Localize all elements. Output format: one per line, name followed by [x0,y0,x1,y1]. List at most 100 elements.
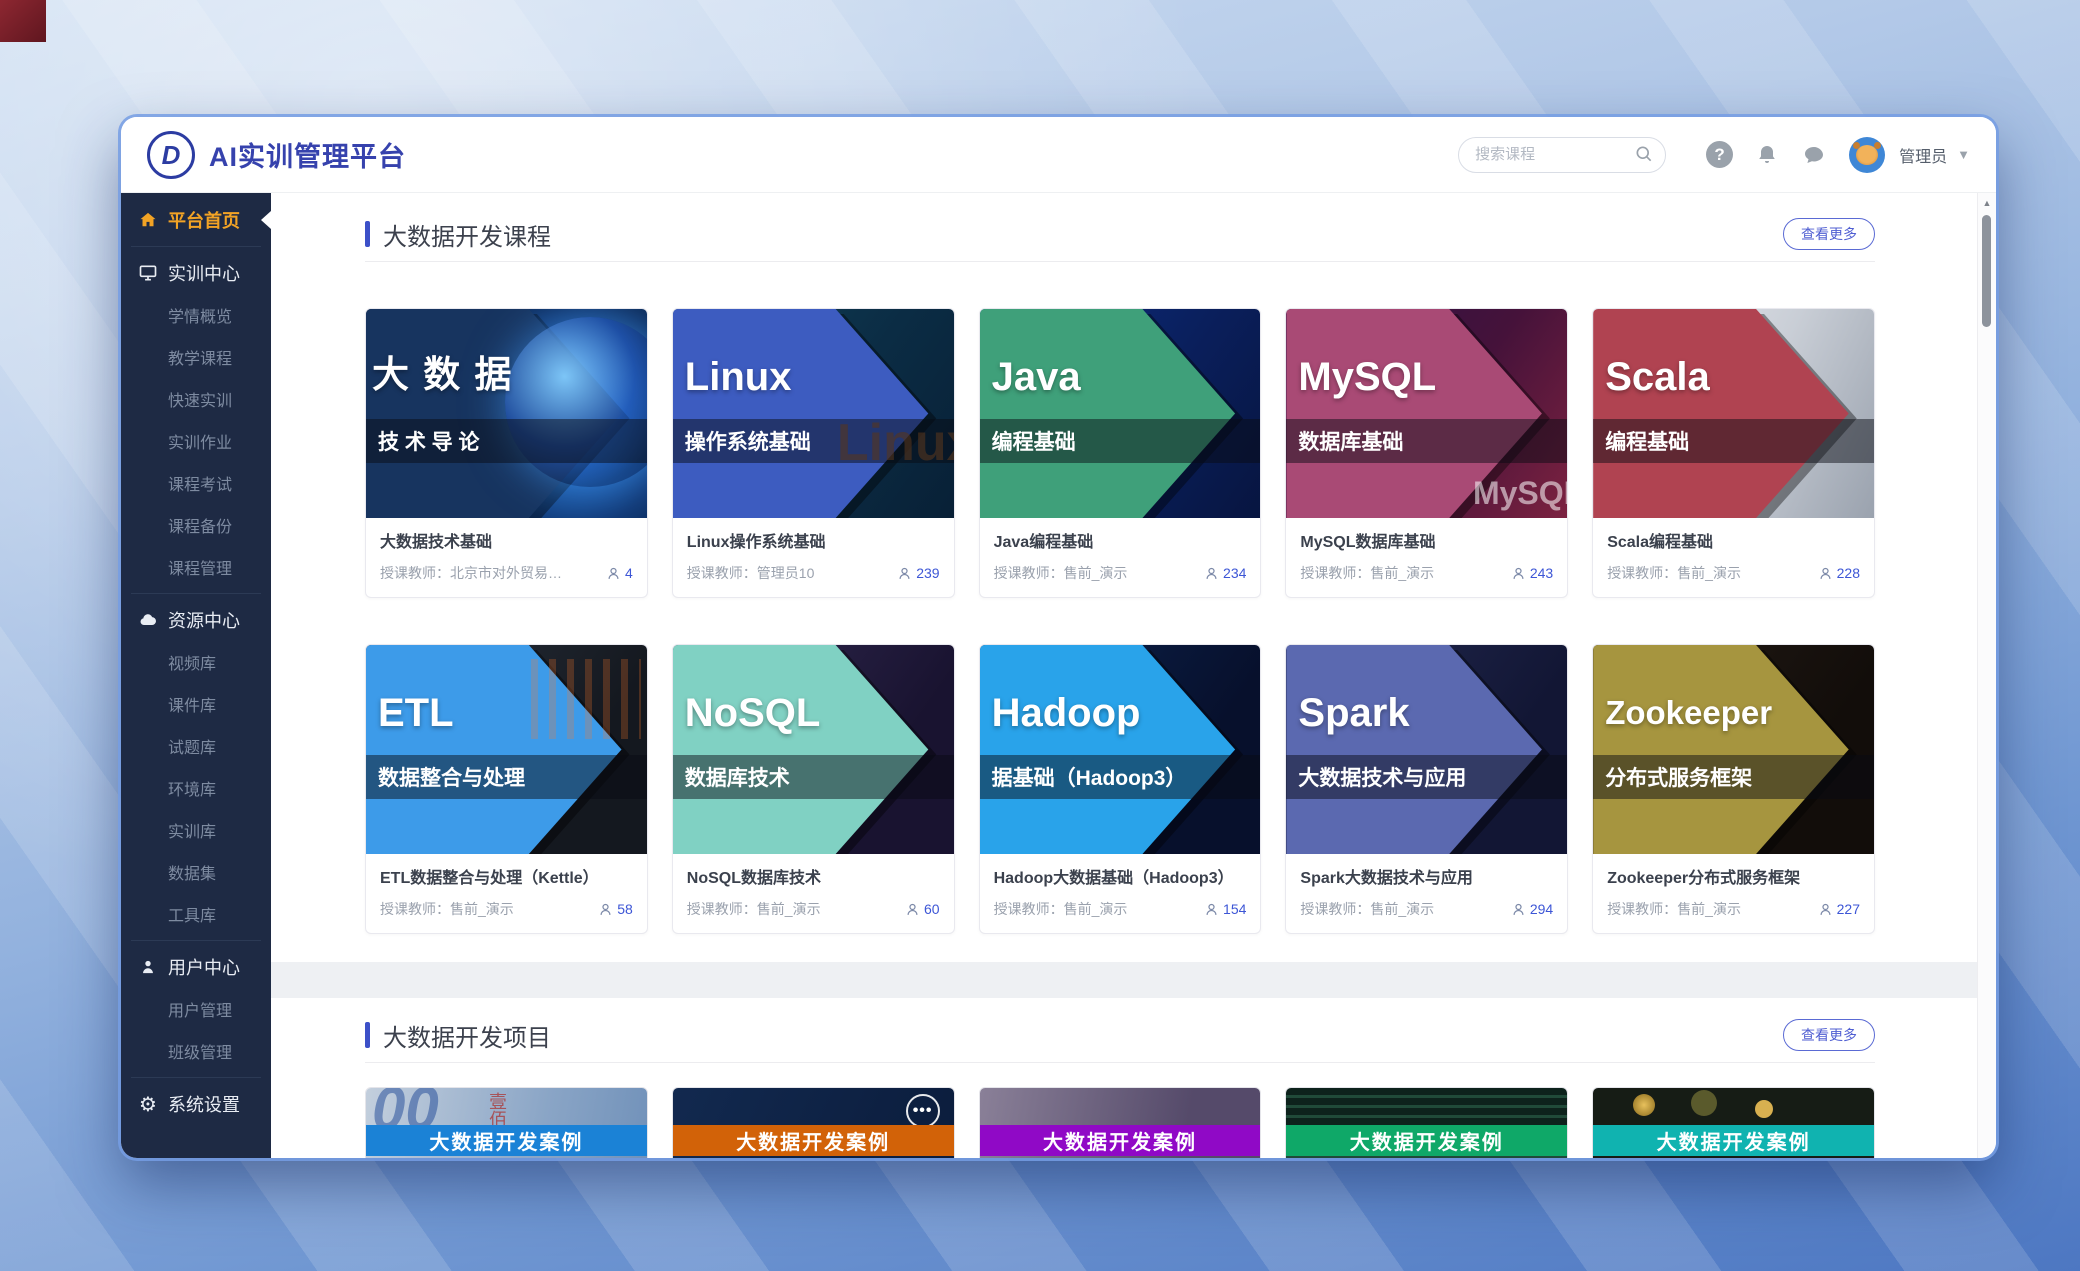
course-teacher: 授课教师：管理员10 [687,563,815,583]
course-card[interactable]: Zookeeper分布式服务框架Zookeeper分布式服务框架授课教师：售前_… [1592,644,1875,934]
gear-icon: ⚙ [137,1094,159,1114]
messages-chat-icon[interactable] [1801,143,1827,167]
sidebar-section-cloud[interactable]: 资源中心 [121,599,271,641]
help-icon[interactable]: ? [1706,141,1733,168]
desktop-wallpaper: D AI实训管理平台 ? 管理员 ▼ [0,0,2080,1271]
user-name[interactable]: 管理员 [1899,143,1947,167]
sidebar-item[interactable]: 实训作业 [121,420,271,462]
course-card[interactable]: Java编程基础Java编程基础授课教师：售前_演示234 [979,308,1262,598]
project-card-image: 大数据开发案例 [1593,1088,1874,1158]
project-card[interactable]: 大数据开发案例 [979,1087,1262,1158]
course-card[interactable]: Hadoop据基础（Hadoop3）Hadoop大数据基础（Hadoop3）授课… [979,644,1262,934]
project-banner: 大数据开发案例 [980,1125,1261,1156]
sidebar-item[interactable]: 环境库 [121,767,271,809]
search-icon[interactable] [1634,144,1654,169]
project-card[interactable]: 大数据开发案例 [1592,1087,1875,1158]
course-image-band: 编程基础 [1593,419,1874,463]
user-menu-caret-icon[interactable]: ▼ [1957,147,1970,162]
sidebar-item[interactable]: 班级管理 [121,1030,271,1072]
course-image-subtitle: 编程基础 [1605,426,1689,456]
course-image-title: Linux [685,355,792,399]
student-count: 154 [1204,901,1246,917]
sidebar-item[interactable]: 用户管理 [121,988,271,1030]
scrollbar-up-arrow-icon[interactable]: ▲ [1978,193,1996,208]
sidebar-item[interactable]: 试题库 [121,725,271,767]
course-image-band: 数据库基础 [1286,419,1567,463]
project-card[interactable]: 大数据开发案例 [1285,1087,1568,1158]
course-meta: 授课教师：售前_演示294 [1300,899,1553,919]
sidebar-item[interactable]: 快速实训 [121,378,271,420]
course-image-title: Scala [1605,355,1710,399]
sidebar-section-label: 实训中心 [168,260,240,286]
view-more-button[interactable]: 查看更多 [1783,218,1875,250]
section-gap [271,962,1977,998]
sidebar-item-label: 课程管理 [168,555,232,579]
notifications-bell-icon[interactable] [1755,143,1779,167]
view-more-button[interactable]: 查看更多 [1783,1019,1875,1051]
arrow-shape [1593,645,1874,854]
scrollbar[interactable]: ▲ [1977,193,1996,1158]
course-title: Hadoop大数据基础（Hadoop3） [994,864,1247,888]
student-count: 243 [1511,565,1553,581]
course-card-info: 大数据技术基础授课教师：北京市对外贸易学校教...4 [366,518,647,597]
course-meta: 授课教师：北京市对外贸易学校教...4 [380,563,633,583]
course-teacher: 授课教师：售前_演示 [1607,563,1741,583]
project-banner: 大数据开发案例 [1593,1125,1874,1156]
course-card[interactable]: ETL数据整合与处理ETL数据整合与处理（Kettle）授课教师：售前_演示58 [365,644,648,934]
sidebar-item[interactable]: 数据集 [121,851,271,893]
sidebar-item-label: 平台首页 [168,207,240,233]
sidebar-item[interactable]: 学情概览 [121,294,271,336]
cloud-icon [137,610,159,630]
course-image-subtitle: 大数据技术与应用 [1298,762,1466,792]
course-teacher: 授课教师：售前_演示 [380,899,514,919]
sidebar-item[interactable]: 课件库 [121,683,271,725]
sidebar-item[interactable]: 课程考试 [121,462,271,504]
sidebar-section-monitor[interactable]: 实训中心 [121,252,271,294]
sidebar-item[interactable]: 实训库 [121,809,271,851]
app-title: AI实训管理平台 [209,135,406,174]
course-image-band: 数据整合与处理 [366,755,647,799]
course-image-title: ETL [378,691,454,735]
sidebar-item-label: 实训库 [168,818,216,842]
course-title: Spark大数据技术与应用 [1300,864,1553,888]
ghost-text: MySQL [1473,475,1567,512]
course-teacher: 授课教师：售前_演示 [687,899,821,919]
sidebar: 平台首页 实训中心学情概览教学课程快速实训实训作业课程考试课程备份课程管理资源中… [121,193,271,1158]
user-avatar[interactable] [1849,137,1885,173]
sidebar-item-label: 课程考试 [168,471,232,495]
sidebar-item-label: 快速实训 [168,387,232,411]
course-title: Zookeeper分布式服务框架 [1607,864,1860,888]
course-card-info: Scala编程基础授课教师：售前_演示228 [1593,518,1874,597]
sidebar-section-gear[interactable]: ⚙系统设置 [121,1083,271,1125]
course-card[interactable]: Scala编程基础Scala编程基础授课教师：售前_演示228 [1592,308,1875,598]
course-card-image: 大 数 据技 术 导 论 [366,309,647,518]
sidebar-divider [131,1077,261,1078]
course-card-image: Zookeeper分布式服务框架 [1593,645,1874,854]
sidebar-item[interactable]: 课程备份 [121,504,271,546]
section-title: 大数据开发课程 [383,217,551,252]
person-icon [905,902,920,917]
arrow-shape [366,645,647,854]
project-card-image: 00壹佰大数据开发案例 [366,1088,647,1158]
sidebar-item[interactable]: 视频库 [121,641,271,683]
sidebar-section-user[interactable]: 用户中心 [121,946,271,988]
course-card-info: Hadoop大数据基础（Hadoop3）授课教师：售前_演示154 [980,854,1261,933]
sidebar-item-label: 教学课程 [168,345,232,369]
course-card[interactable]: Spark大数据技术与应用Spark大数据技术与应用授课教师：售前_演示294 [1285,644,1568,934]
course-title: Scala编程基础 [1607,528,1860,552]
course-card[interactable]: LinuxLinux操作系统基础Linux操作系统基础授课教师：管理员10239 [672,308,955,598]
project-card[interactable]: •••大数据开发案例 [672,1087,955,1158]
course-card[interactable]: MySQLMySQL数据库基础MySQL数据库基础授课教师：售前_演示243 [1285,308,1568,598]
sidebar-item-home[interactable]: 平台首页 [121,199,271,241]
sidebar-item[interactable]: 课程管理 [121,546,271,588]
person-icon [1204,902,1219,917]
sidebar-section-label: 用户中心 [168,954,240,980]
arrow-shape [980,309,1261,518]
course-card[interactable]: 大 数 据技 术 导 论大数据技术基础授课教师：北京市对外贸易学校教...4 [365,308,648,598]
sidebar-item[interactable]: 教学课程 [121,336,271,378]
course-title: 大数据技术基础 [380,528,633,552]
scrollbar-thumb[interactable] [1982,215,1991,327]
course-card[interactable]: NoSQL数据库技术NoSQL数据库技术授课教师：售前_演示60 [672,644,955,934]
project-card[interactable]: 00壹佰大数据开发案例 [365,1087,648,1158]
sidebar-item[interactable]: 工具库 [121,893,271,935]
